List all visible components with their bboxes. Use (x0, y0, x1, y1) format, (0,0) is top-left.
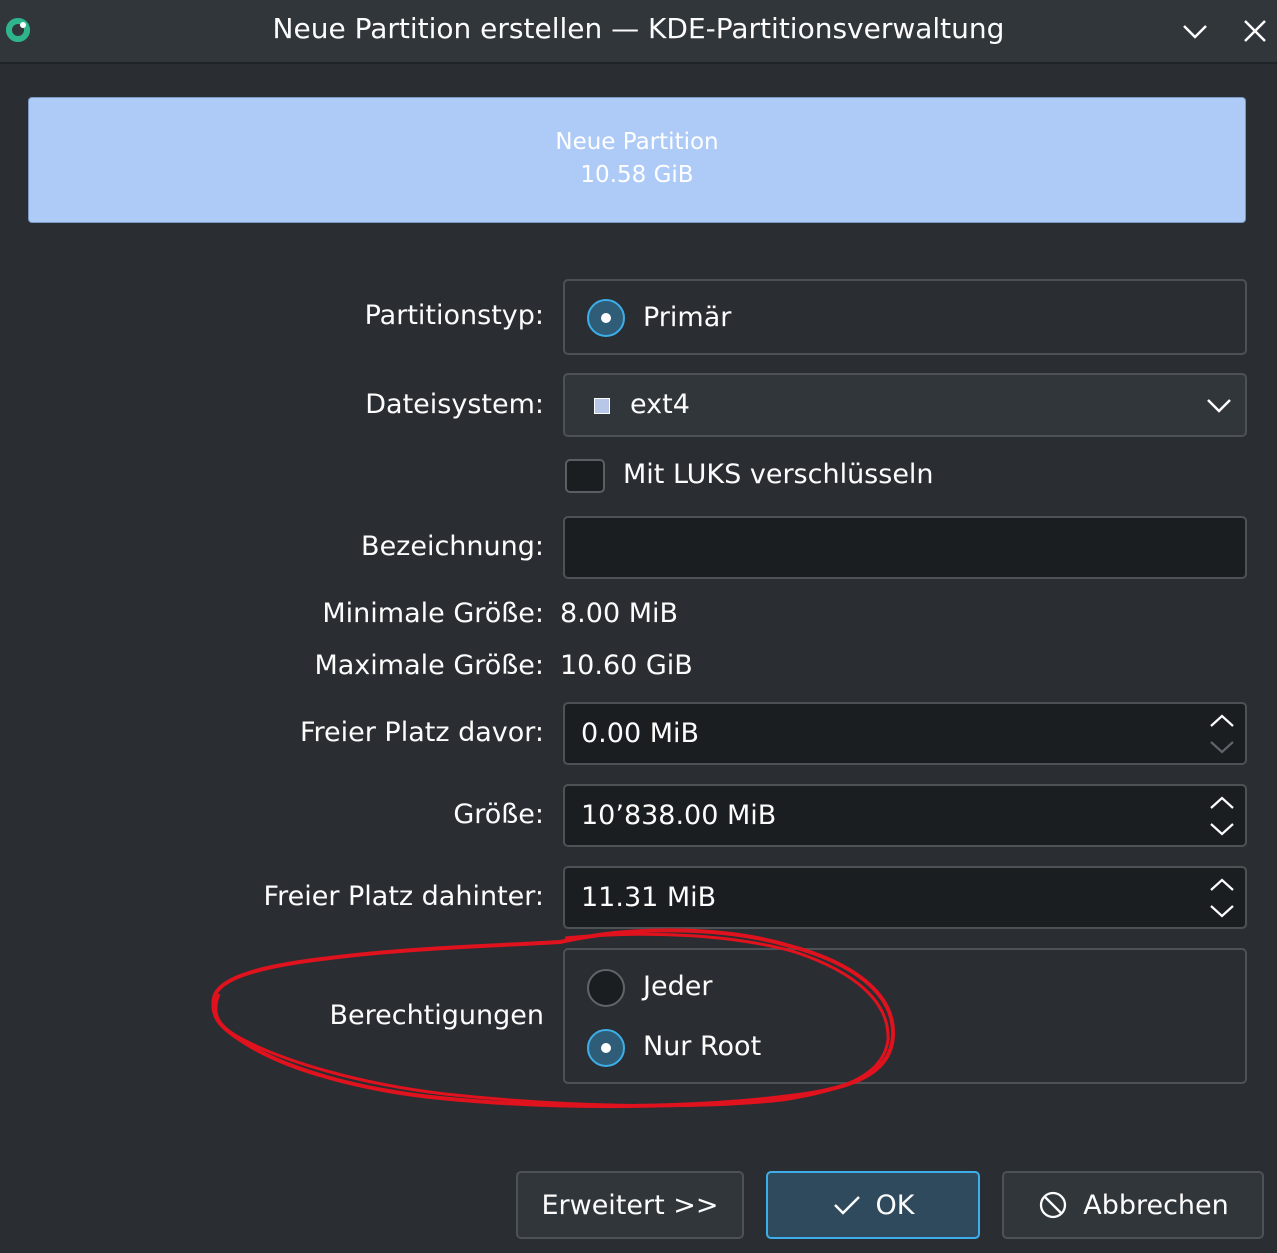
filesystem-color-icon (594, 398, 610, 414)
filesystem-select[interactable]: ext4 (563, 373, 1247, 437)
radio-everyone[interactable] (587, 969, 625, 1007)
filesystem-label: Dateisystem: (365, 389, 544, 420)
label-field-label: Bezeichnung: (361, 531, 544, 562)
radio-root-only[interactable] (587, 1029, 625, 1067)
partition-preview-text: Neue Partition 10.58 GiB (29, 126, 1245, 192)
free-before-spinbox[interactable]: 0.00 MiB (563, 702, 1247, 765)
checkmark-icon (832, 1193, 862, 1217)
free-before-value: 0.00 MiB (581, 718, 700, 749)
partition-type-group: Primär (563, 279, 1247, 355)
label-input[interactable] (563, 516, 1247, 579)
size-spinbox[interactable]: 10’838.00 MiB (563, 784, 1247, 847)
partition-preview-name: Neue Partition (555, 129, 719, 155)
min-size-value: 8.00 MiB (560, 598, 679, 629)
advanced-button-label: Erweitert >> (541, 1189, 719, 1221)
title-bar: Neue Partition erstellen — KDE-Partition… (0, 0, 1277, 64)
max-size-value: 10.60 GiB (560, 650, 693, 681)
radio-primary-label: Primär (643, 302, 732, 333)
min-size-label: Minimale Größe: (322, 598, 544, 629)
cancel-icon (1037, 1189, 1069, 1221)
luks-checkbox[interactable] (565, 459, 605, 493)
ok-button-label: OK (875, 1189, 915, 1221)
filesystem-value: ext4 (630, 389, 690, 420)
permissions-label: Berechtigungen (329, 1000, 544, 1031)
size-value: 10’838.00 MiB (581, 800, 777, 831)
radio-everyone-label: Jeder (643, 971, 713, 1002)
radio-root-only-label: Nur Root (643, 1031, 762, 1062)
partition-preview[interactable]: Neue Partition 10.58 GiB (29, 98, 1245, 222)
chevron-down-icon[interactable] (1178, 14, 1212, 48)
free-after-spinbox[interactable]: 11.31 MiB (563, 866, 1247, 929)
free-before-label: Freier Platz davor: (299, 717, 544, 748)
partition-preview-size: 10.58 GiB (580, 162, 694, 188)
free-after-value: 11.31 MiB (581, 882, 717, 913)
cancel-button-label: Abbrechen (1083, 1189, 1229, 1221)
free-after-label: Freier Platz dahinter: (263, 881, 544, 912)
radio-primary[interactable] (587, 299, 625, 337)
chevron-down-icon (1203, 391, 1235, 419)
close-icon[interactable] (1238, 14, 1272, 48)
spin-arrows-icon[interactable] (1207, 709, 1237, 759)
ok-button[interactable]: OK (766, 1171, 980, 1239)
luks-checkbox-label: Mit LUKS verschlüsseln (623, 459, 934, 490)
advanced-button[interactable]: Erweitert >> (516, 1171, 744, 1239)
window-title: Neue Partition erstellen — KDE-Partition… (272, 12, 1005, 45)
spin-arrows-icon[interactable] (1207, 873, 1237, 923)
spin-arrows-icon[interactable] (1207, 791, 1237, 841)
partition-type-label: Partitionstyp: (364, 300, 544, 331)
permissions-group: Jeder Nur Root (563, 948, 1247, 1084)
cancel-button[interactable]: Abbrechen (1002, 1171, 1264, 1239)
max-size-label: Maximale Größe: (314, 650, 544, 681)
size-label: Größe: (453, 799, 544, 830)
